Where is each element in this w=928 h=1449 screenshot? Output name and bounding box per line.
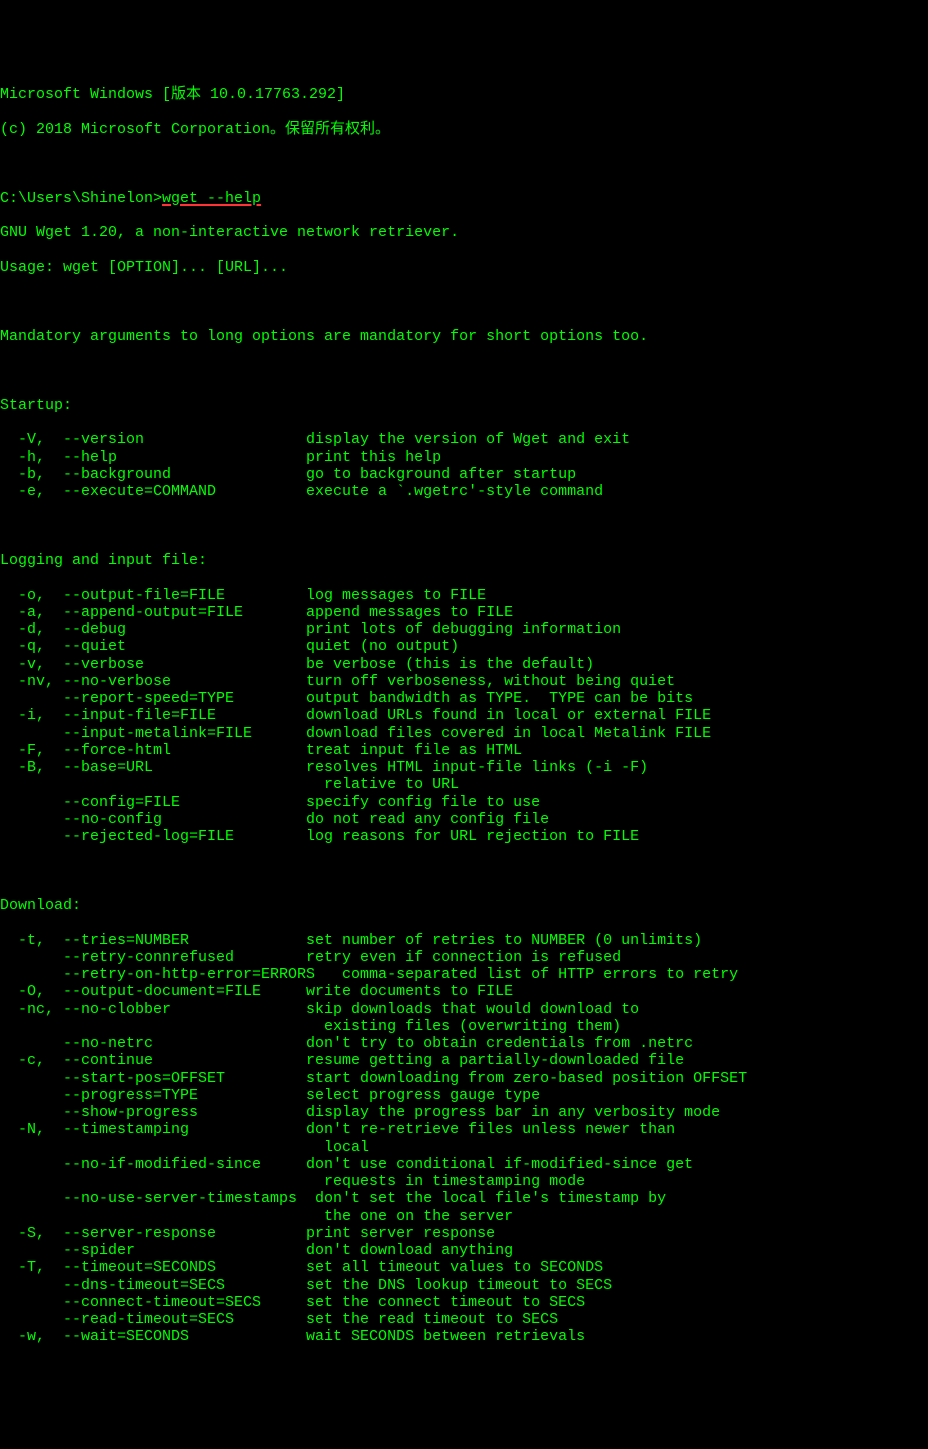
option-row: --read-timeout=SECS set the read timeout… — [0, 1311, 928, 1328]
option-row: -nv, --no-verbose turn off verboseness, … — [0, 673, 928, 690]
option-row: -a, --append-output=FILE append messages… — [0, 604, 928, 621]
option-row: -S, --server-response print server respo… — [0, 1225, 928, 1242]
logging-options: -o, --output-file=FILE log messages to F… — [0, 587, 928, 846]
option-row: -O, --output-document=FILE write documen… — [0, 983, 928, 1000]
option-row: --retry-on-http-error=ERRORS comma-separ… — [0, 966, 928, 983]
option-row: --no-use-server-timestamps don't set the… — [0, 1190, 928, 1207]
blank — [0, 362, 928, 379]
option-row: --start-pos=OFFSET start downloading fro… — [0, 1070, 928, 1087]
option-row: -v, --verbose be verbose (this is the de… — [0, 656, 928, 673]
option-row: --show-progress display the progress bar… — [0, 1104, 928, 1121]
wget-version: GNU Wget 1.20, a non-interactive network… — [0, 224, 928, 241]
startup-options: -V, --version display the version of Wge… — [0, 431, 928, 500]
blank — [0, 518, 928, 535]
entered-command: wget --help — [162, 190, 261, 207]
prompt-path: C:\Users\Shinelon> — [0, 190, 162, 207]
option-row: --no-if-modified-since don't use conditi… — [0, 1156, 928, 1173]
option-row: requests in timestamping mode — [0, 1173, 928, 1190]
option-row: --config=FILE specify config file to use — [0, 794, 928, 811]
option-row: -w, --wait=SECONDS wait SECONDS between … — [0, 1328, 928, 1345]
blank — [0, 155, 928, 172]
section-title-startup: Startup: — [0, 397, 928, 414]
option-row: --progress=TYPE select progress gauge ty… — [0, 1087, 928, 1104]
option-row: -c, --continue resume getting a partiall… — [0, 1052, 928, 1069]
terminal-window[interactable]: Microsoft Windows [版本 10.0.17763.292] (c… — [0, 69, 928, 1363]
option-row: --dns-timeout=SECS set the DNS lookup ti… — [0, 1277, 928, 1294]
wget-usage: Usage: wget [OPTION]... [URL]... — [0, 259, 928, 276]
option-row: -N, --timestamping don't re-retrieve fil… — [0, 1121, 928, 1138]
option-row: -h, --help print this help — [0, 449, 928, 466]
option-row: -b, --background go to background after … — [0, 466, 928, 483]
option-row: --no-config do not read any config file — [0, 811, 928, 828]
option-row: -nc, --no-clobber skip downloads that wo… — [0, 1001, 928, 1018]
option-row: --connect-timeout=SECS set the connect t… — [0, 1294, 928, 1311]
section-title-logging: Logging and input file: — [0, 552, 928, 569]
option-row: -i, --input-file=FILE download URLs foun… — [0, 707, 928, 724]
copyright-line: (c) 2018 Microsoft Corporation。保留所有权利。 — [0, 121, 928, 138]
option-row: --retry-connrefused retry even if connec… — [0, 949, 928, 966]
option-row: the one on the server — [0, 1208, 928, 1225]
option-row: --rejected-log=FILE log reasons for URL … — [0, 828, 928, 845]
option-row: relative to URL — [0, 776, 928, 793]
option-row: --spider don't download anything — [0, 1242, 928, 1259]
option-row: -T, --timeout=SECONDS set all timeout va… — [0, 1259, 928, 1276]
blank — [0, 863, 928, 880]
option-row: -V, --version display the version of Wge… — [0, 431, 928, 448]
option-row: -o, --output-file=FILE log messages to F… — [0, 587, 928, 604]
option-row: -F, --force-html treat input file as HTM… — [0, 742, 928, 759]
prompt-line[interactable]: C:\Users\Shinelon>wget --help — [0, 190, 928, 207]
option-row: existing files (overwriting them) — [0, 1018, 928, 1035]
option-row: -t, --tries=NUMBER set number of retries… — [0, 932, 928, 949]
option-row: --no-netrc don't try to obtain credentia… — [0, 1035, 928, 1052]
section-title-download: Download: — [0, 897, 928, 914]
mandatory-note: Mandatory arguments to long options are … — [0, 328, 928, 345]
option-row: -d, --debug print lots of debugging info… — [0, 621, 928, 638]
option-row: -B, --base=URL resolves HTML input-file … — [0, 759, 928, 776]
option-row: local — [0, 1139, 928, 1156]
option-row: --input-metalink=FILE download files cov… — [0, 725, 928, 742]
option-row: --report-speed=TYPE output bandwidth as … — [0, 690, 928, 707]
blank — [0, 293, 928, 310]
option-row: -e, --execute=COMMAND execute a `.wgetrc… — [0, 483, 928, 500]
option-row: -q, --quiet quiet (no output) — [0, 638, 928, 655]
os-line: Microsoft Windows [版本 10.0.17763.292] — [0, 86, 928, 103]
download-options: -t, --tries=NUMBER set number of retries… — [0, 932, 928, 1346]
